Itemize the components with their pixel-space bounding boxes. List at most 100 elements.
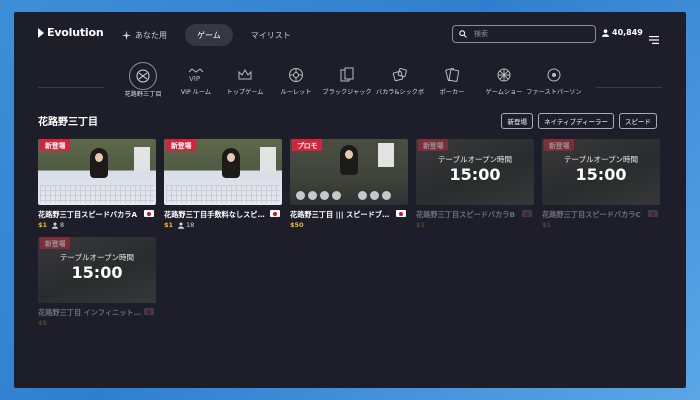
seat-icon <box>358 191 367 200</box>
game-meta: $1 8 <box>38 221 64 229</box>
dealer-image <box>222 148 240 178</box>
game-meta: $1 <box>416 221 425 229</box>
balance-display[interactable]: 40,849 <box>602 28 643 37</box>
top-bar: Evolution あなた用 ゲーム マイリスト 40,849 <box>14 12 686 56</box>
min-bet: $1 <box>164 221 174 229</box>
flag-icon <box>144 308 154 315</box>
japan-flag-icon <box>270 210 280 217</box>
seat-icon <box>296 191 305 200</box>
category-baccarat-sicbo[interactable]: バカラ&シックボ <box>370 62 430 97</box>
game-name: 花路野三丁目 ||| スピードブ… <box>290 210 390 219</box>
japan-flag-icon <box>144 210 154 217</box>
game-name: 花路野三丁目スピードバカラB <box>416 210 515 219</box>
game-thumbnail[interactable]: 新登場 <box>164 139 282 205</box>
scoreboard-road <box>40 185 154 203</box>
game-thumbnail[interactable]: テーブルオープン時間 15:00 新登場 <box>416 139 534 205</box>
game-name: 花路野三丁目手数料なしスピ… <box>164 210 265 219</box>
game-card-speed-baccarat-b[interactable]: テーブルオープン時間 15:00 新登場 花路野三丁目スピードバカラB $1 <box>416 139 534 229</box>
seat-icon <box>320 191 329 200</box>
logo-mark-icon <box>38 27 44 38</box>
min-bet: $1 <box>542 221 552 229</box>
game-name: 花路野三丁目スピードバカラA <box>38 210 138 219</box>
opening-time: 15:00 <box>71 263 123 282</box>
balance-value: 40,849 <box>612 28 643 37</box>
scoreboard-road <box>166 185 280 203</box>
seat-icon <box>370 191 379 200</box>
opening-time: 15:00 <box>575 165 627 184</box>
min-bet: $1 <box>38 221 48 229</box>
category-label: 花路野三丁目 <box>124 91 162 98</box>
section-title: 花路野三丁目 <box>38 117 98 128</box>
category-label: ブラックジャック <box>322 89 372 96</box>
category-label: ファーストパーソン <box>526 89 582 96</box>
category-label: トップゲーム <box>226 89 264 96</box>
nav-games[interactable]: ゲーム <box>185 24 233 46</box>
user-icon <box>602 28 609 37</box>
search-icon <box>459 30 467 38</box>
new-badge: 新登場 <box>40 237 71 249</box>
category-first-person[interactable]: ファーストパーソン <box>524 62 584 97</box>
new-badge: 新登場 <box>166 139 197 151</box>
menu-button[interactable] <box>649 29 659 48</box>
table-opening-label: テーブルオープン時間 <box>437 155 513 164</box>
player-count: 18 <box>178 221 194 229</box>
flag-icon <box>648 210 658 217</box>
opening-time: 15:00 <box>449 165 501 184</box>
user-icon <box>52 221 59 229</box>
table-opening-label: テーブルオープン時間 <box>59 253 135 262</box>
hamburger-menu-icon <box>649 36 659 44</box>
promo-badge: プロモ <box>292 139 323 151</box>
nav-label: あなた用 <box>135 30 167 40</box>
game-thumbnail[interactable]: テーブルオープン時間 15:00 新登場 <box>38 237 156 303</box>
wheel-icon <box>490 62 518 88</box>
cards-icon <box>333 62 361 88</box>
game-card-infinite[interactable]: テーブルオープン時間 15:00 新登場 花路野三丁目 インフィニット… $5 <box>38 237 156 327</box>
main-nav: あなた用 ゲーム マイリスト <box>110 24 303 46</box>
filter-new[interactable]: 新登場 <box>501 113 533 129</box>
game-thumbnail[interactable]: 新登場 <box>38 139 156 205</box>
seat-indicators <box>296 191 391 200</box>
evolution-logo[interactable]: Evolution <box>38 26 104 39</box>
filter-buttons: 新登場 ネイティブディーラー スピード <box>501 113 657 129</box>
hanamichi-logo-icon <box>129 62 157 90</box>
category-blackjack[interactable]: ブラックジャック <box>317 62 377 97</box>
vip-icon: VIP <box>182 62 210 88</box>
search-box[interactable] <box>452 25 596 43</box>
category-label: バカラ&シックボ <box>375 89 425 96</box>
game-card-speed-blackjack[interactable]: プロモ 花路野三丁目 ||| スピードブ… $50 <box>290 139 408 229</box>
game-card-no-commission-speed[interactable]: 新登場 花路野三丁目手数料なしスピ… $1 18 <box>164 139 282 229</box>
category-bar: 花路野三丁目 VIP VIP ルーム トップゲーム ルーレット ブラックジャック <box>14 62 686 110</box>
dealer-image <box>90 148 108 178</box>
casino-lobby-window: Evolution あなた用 ゲーム マイリスト 40,849 <box>14 12 686 388</box>
category-label: ルーレット <box>280 89 312 96</box>
svg-text:VIP: VIP <box>189 75 200 82</box>
table-screen <box>260 147 276 171</box>
seat-icon <box>382 191 391 200</box>
new-badge: 新登場 <box>40 139 71 151</box>
category-label: ポーカー <box>439 89 465 96</box>
game-card-speed-baccarat-a[interactable]: 新登場 花路野三丁目スピードバカラA $1 8 <box>38 139 156 229</box>
game-card-speed-baccarat-c[interactable]: テーブルオープン時間 15:00 新登場 花路野三丁目スピードバカラC $1 <box>542 139 660 229</box>
first-person-icon <box>540 62 568 88</box>
filter-native-dealer[interactable]: ネイティブディーラー <box>537 113 614 129</box>
nav-for-you[interactable]: あなた用 <box>110 24 179 46</box>
game-meta: $1 <box>542 221 551 229</box>
sparkle-icon <box>122 30 131 40</box>
category-label: VIP ルーム <box>180 89 212 96</box>
dice-icon <box>386 62 414 88</box>
new-badge: 新登場 <box>418 139 449 151</box>
nav-label: ゲーム <box>197 30 221 40</box>
nav-my-list[interactable]: マイリスト <box>239 24 303 46</box>
min-bet: $1 <box>416 221 426 229</box>
game-thumbnail[interactable]: プロモ <box>290 139 408 205</box>
divider-right <box>596 87 662 88</box>
seat-icon <box>332 191 341 200</box>
game-thumbnail[interactable]: テーブルオープン時間 15:00 新登場 <box>542 139 660 205</box>
table-opening-label: テーブルオープン時間 <box>563 155 639 164</box>
poker-icon <box>438 62 466 88</box>
category-poker[interactable]: ポーカー <box>422 62 482 97</box>
filter-speed[interactable]: スピード <box>619 113 657 129</box>
search-input[interactable] <box>472 29 586 39</box>
roulette-icon <box>282 62 310 88</box>
category-hanamichi[interactable]: 花路野三丁目 <box>113 62 173 99</box>
